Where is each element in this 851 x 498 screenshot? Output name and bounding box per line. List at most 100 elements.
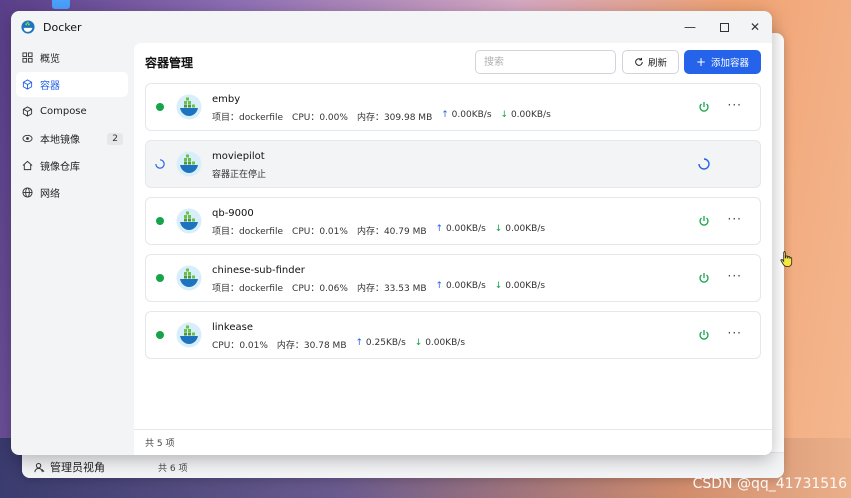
- arrow-up-icon: ↑: [441, 110, 449, 120]
- project-stat: 项目：dockerfile: [212, 113, 284, 123]
- cpu-stat: CPU：0.00%: [292, 113, 348, 123]
- container-row[interactable]: moviepilot 容器正在停止: [145, 140, 761, 188]
- cpu-stat: CPU：0.06%: [292, 284, 348, 294]
- more-options-icon[interactable]: ···: [728, 269, 742, 283]
- compose-icon: [22, 106, 33, 117]
- sidebar-item-compose[interactable]: Compose: [16, 99, 128, 124]
- memory-stat: 内存：40.79 MB: [356, 227, 427, 237]
- running-status-dot: [156, 217, 164, 225]
- power-icon[interactable]: [698, 101, 710, 113]
- user-icon: [34, 462, 45, 472]
- close-icon: ✕: [749, 20, 761, 34]
- container-stats: 项目：dockerfile CPU：0.06% 内存：33.53 MB ↑ 0.…: [212, 281, 545, 294]
- admin-view-label: 管理员视角: [50, 461, 105, 474]
- refresh-button[interactable]: 刷新: [622, 50, 679, 74]
- taskbar-app-icon[interactable]: [52, 0, 70, 9]
- more-options-icon[interactable]: ···: [728, 98, 742, 112]
- container-status-text: 容器正在停止: [212, 170, 267, 180]
- sidebar-item-label: 网络: [40, 189, 60, 200]
- background-window-footer: 管理员视角 共 6 项: [22, 452, 784, 478]
- power-icon[interactable]: [698, 215, 710, 227]
- sidebar: 概览 容器 Compose 本地镜像 2 镜像仓库 网络: [11, 43, 133, 455]
- arrow-up-icon: ↑: [435, 281, 444, 291]
- container-stats: CPU：0.01% 内存：30.78 MB ↑ 0.25KB/s ↓ 0.00K…: [212, 338, 465, 351]
- container-icon: [22, 79, 33, 90]
- sidebar-item-containers[interactable]: 容器: [16, 72, 128, 97]
- maximize-button[interactable]: [707, 11, 741, 43]
- project-stat: 项目：dockerfile: [212, 227, 284, 237]
- memory-stat: 内存：33.53 MB: [356, 284, 427, 294]
- arrow-down-icon: ↓: [500, 110, 509, 120]
- background-item-count: 共 6 项: [158, 464, 188, 474]
- admin-view-toggle[interactable]: 管理员视角: [34, 459, 105, 475]
- sidebar-item-label: 概览: [40, 54, 60, 65]
- container-row[interactable]: linkease CPU：0.01% 内存：30.78 MB ↑ 0.25KB/…: [145, 311, 761, 359]
- container-name: moviepilot: [212, 151, 265, 162]
- watermark: CSDN @qq_41731516: [692, 476, 847, 492]
- network-icon: [22, 187, 33, 198]
- sidebar-item-label: 本地镜像: [40, 135, 80, 146]
- sidebar-item-label: 镜像仓库: [40, 162, 80, 173]
- project-stat: 项目：dockerfile: [212, 284, 284, 294]
- refresh-icon: [635, 57, 643, 66]
- container-row[interactable]: chinese-sub-finder 项目：dockerfile CPU：0.0…: [145, 254, 761, 302]
- running-status-dot: [156, 274, 164, 282]
- arrow-up-icon: ↑: [435, 224, 444, 234]
- plus-icon: +: [695, 55, 707, 69]
- arrow-down-icon: ↓: [414, 338, 423, 348]
- arrow-up-icon: ↑: [355, 338, 364, 348]
- container-row[interactable]: emby 项目：dockerfile CPU：0.00% 内存：309.98 M…: [145, 83, 761, 131]
- hand-cursor-icon: [780, 251, 793, 267]
- upload-stat: ↑ 0.00KB/s: [435, 281, 486, 291]
- power-icon[interactable]: [698, 329, 710, 341]
- title-bar[interactable]: Docker — ✕: [11, 11, 772, 43]
- container-name: linkease: [212, 322, 253, 333]
- sidebar-item-registry[interactable]: 镜像仓库: [16, 153, 128, 178]
- sidebar-item-local-images[interactable]: 本地镜像 2: [16, 126, 128, 151]
- sidebar-item-label: Compose: [40, 106, 87, 117]
- refresh-label: 刷新: [647, 58, 667, 69]
- container-list: emby 项目：dockerfile CPU：0.00% 内存：309.98 M…: [145, 83, 761, 368]
- image-count-badge: 2: [107, 132, 123, 145]
- list-footer: 共 5 项: [134, 429, 772, 455]
- container-row[interactable]: qb-9000 项目：dockerfile CPU：0.01% 内存：40.79…: [145, 197, 761, 245]
- sidebar-item-network[interactable]: 网络: [16, 180, 128, 205]
- search-input[interactable]: [475, 50, 616, 74]
- cpu-stat: CPU：0.01%: [212, 341, 268, 351]
- minimize-button[interactable]: —: [673, 11, 707, 43]
- docker-whale-icon: [176, 265, 202, 291]
- docker-window: Docker — ✕ 概览 容器 Compose 本地镜像 2 镜像仓库 网络: [11, 11, 772, 455]
- add-container-button[interactable]: + 添加容器: [684, 50, 761, 74]
- container-name: qb-9000: [212, 208, 254, 219]
- window-title: Docker: [43, 20, 82, 34]
- upload-stat: ↑ 0.00KB/s: [441, 110, 492, 120]
- item-count: 共 5 项: [145, 439, 175, 449]
- container-stats: 项目：dockerfile CPU：0.01% 内存：40.79 MB ↑ 0.…: [212, 224, 545, 237]
- download-stat: ↓ 0.00KB/s: [500, 110, 551, 120]
- download-stat: ↓ 0.00KB/s: [494, 224, 546, 234]
- close-button[interactable]: ✕: [738, 11, 772, 43]
- more-options-icon[interactable]: ···: [728, 212, 742, 226]
- main-panel: 容器管理 刷新 + 添加容器 emby 项目：dockerfile CPU：0.…: [134, 43, 772, 455]
- power-icon[interactable]: [698, 272, 710, 284]
- container-name: emby: [212, 94, 241, 105]
- docker-whale-icon: [176, 151, 202, 177]
- cpu-stat: CPU：0.01%: [292, 227, 348, 237]
- maximize-icon: [719, 22, 729, 32]
- download-stat: ↓ 0.00KB/s: [414, 338, 466, 348]
- sidebar-item-overview[interactable]: 概览: [16, 45, 128, 70]
- docker-whale-icon: [176, 94, 202, 120]
- page-title: 容器管理: [145, 55, 194, 70]
- image-icon: [22, 134, 33, 143]
- more-options-icon[interactable]: ···: [728, 326, 742, 340]
- docker-whale-icon: [176, 322, 202, 348]
- dashboard-icon: [22, 52, 33, 63]
- upload-stat: ↑ 0.25KB/s: [355, 338, 406, 348]
- memory-stat: 内存：309.98 MB: [356, 113, 433, 123]
- docker-whale-icon: [176, 208, 202, 234]
- loading-spinner-icon: [698, 158, 710, 170]
- add-container-label: 添加容器: [711, 58, 750, 69]
- registry-icon: [22, 160, 33, 171]
- container-name: chinese-sub-finder: [212, 265, 305, 276]
- sidebar-item-label: 容器: [40, 81, 60, 92]
